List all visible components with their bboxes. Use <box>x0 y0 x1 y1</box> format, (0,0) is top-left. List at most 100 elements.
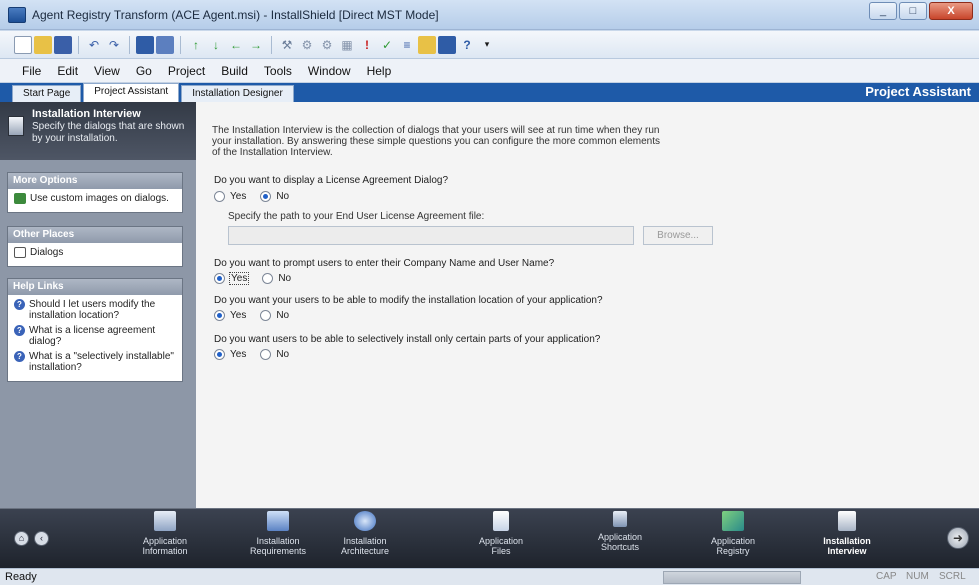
status-bar: Ready CAP NUM SCRL <box>0 568 979 585</box>
nav-application-information[interactable]: Application Information <box>120 511 210 556</box>
menu-edit[interactable]: Edit <box>57 64 78 78</box>
nav-application-files[interactable]: Application Files <box>456 511 546 556</box>
menu-tools[interactable]: Tools <box>264 64 292 78</box>
help-links-panel: Help Links ? Should I let users modify t… <box>7 278 183 382</box>
undo-icon[interactable]: ↶ <box>85 36 103 54</box>
next-arrow-icon[interactable]: ➜ <box>947 527 969 549</box>
nav-label-line2: Architecture <box>340 546 390 556</box>
tab-project-assistant[interactable]: Project Assistant <box>83 83 180 102</box>
custom-images-label: Use custom images on dialogs. <box>30 193 169 204</box>
up-arrow-icon[interactable]: ↑ <box>187 36 205 54</box>
back-nav-icon[interactable]: ‹ <box>34 531 49 546</box>
debug-icon[interactable]: ✓ <box>378 36 396 54</box>
tab-start-page[interactable]: Start Page <box>12 85 82 102</box>
nav-label-line1: Installation <box>823 536 871 546</box>
toolbar-overflow-icon[interactable]: ▾ <box>478 36 496 54</box>
nav-installation-architecture[interactable]: Installation Architecture <box>320 511 410 556</box>
interview-content: The Installation Interview is the collec… <box>196 102 979 508</box>
location-yes-radio[interactable] <box>214 310 225 321</box>
menu-build[interactable]: Build <box>221 64 248 78</box>
menu-view[interactable]: View <box>94 64 120 78</box>
company-yes-radio[interactable] <box>214 273 225 284</box>
company-no-label[interactable]: No <box>278 273 291 284</box>
application-shortcuts-icon <box>613 511 627 527</box>
selective-no-radio[interactable] <box>260 349 272 360</box>
location-no-label[interactable]: No <box>276 310 289 321</box>
maximize-button[interactable]: □ <box>899 2 927 20</box>
license-yes-label[interactable]: Yes <box>230 191 246 202</box>
other-places-title: Other Places <box>8 227 182 243</box>
intro-text: The Installation Interview is the collec… <box>212 125 661 158</box>
build-icon[interactable]: ⚒ <box>278 36 296 54</box>
save-icon[interactable] <box>54 35 72 54</box>
license-no-radio[interactable] <box>260 191 272 202</box>
nav-application-registry[interactable]: Application Registry <box>688 511 778 556</box>
nav-label-line1: Installation <box>256 536 300 546</box>
custom-images-link[interactable]: Use custom images on dialogs. <box>14 193 176 204</box>
nav-label-line1: Installation <box>343 536 387 546</box>
forward-icon[interactable]: → <box>247 36 265 54</box>
toolbar-separator <box>271 35 272 54</box>
settings-icon[interactable]: ≡ <box>398 36 416 54</box>
menu-window[interactable]: Window <box>308 64 351 78</box>
license-no-label[interactable]: No <box>276 191 289 202</box>
close-button[interactable]: X <box>929 2 973 20</box>
view1-icon[interactable] <box>136 35 154 54</box>
num-lock-indicator: NUM <box>906 571 929 582</box>
help-link-modify-location[interactable]: ? Should I let users modify the installa… <box>14 299 176 321</box>
tab-installation-designer[interactable]: Installation Designer <box>181 85 294 102</box>
launch-icon[interactable]: ▦ <box>338 36 356 54</box>
company-yes-label[interactable]: Yes <box>228 272 250 285</box>
view2-icon[interactable] <box>156 35 174 54</box>
window-controls: _ □ X <box>869 2 973 20</box>
dialogs-link[interactable]: Dialogs <box>14 247 176 258</box>
installation-requirements-icon <box>267 511 289 531</box>
menu-file[interactable]: File <box>22 64 41 78</box>
help-icon: ? <box>14 351 25 362</box>
menu-help[interactable]: Help <box>367 64 392 78</box>
nav-application-shortcuts[interactable]: Application Shortcuts <box>575 511 665 552</box>
dialogs-icon <box>14 247 26 258</box>
location-no-radio[interactable] <box>260 310 272 321</box>
help-link-label: What is a license agreement dialog? <box>29 325 156 347</box>
nav-label-line2: Files <box>491 546 511 556</box>
back-icon[interactable]: ← <box>227 36 245 54</box>
help-icon[interactable]: ? <box>458 36 476 54</box>
nav-installation-requirements[interactable]: Installation Requirements <box>233 511 323 556</box>
help-link-selective-install[interactable]: ? What is a "selectively installable" in… <box>14 351 176 373</box>
help-link-license-dialog[interactable]: ? What is a license agreement dialog? <box>14 325 176 347</box>
folder-icon[interactable] <box>418 35 436 54</box>
question-modify-location: Do you want your users to be able to mod… <box>214 295 603 306</box>
window-icon[interactable] <box>438 35 456 54</box>
redo-icon[interactable]: ↷ <box>105 36 123 54</box>
installation-interview-icon <box>838 511 856 531</box>
eula-path-input[interactable] <box>228 226 634 245</box>
new-icon[interactable] <box>14 35 32 54</box>
nav-installation-interview[interactable]: Installation Interview <box>802 511 892 556</box>
selective-yes-label[interactable]: Yes <box>230 349 246 360</box>
help-link-label: What is a "selectively installable" inst… <box>29 351 174 373</box>
sidebar-header: Installation Interview Specify the dialo… <box>0 102 196 160</box>
license-yes-radio[interactable] <box>214 191 225 202</box>
menu-project[interactable]: Project <box>168 64 205 78</box>
down-arrow-icon[interactable]: ↓ <box>207 36 225 54</box>
run-icon[interactable]: ! <box>358 36 376 54</box>
compile-icon[interactable]: ⚙ <box>298 36 316 54</box>
nav-label-line2: Shortcuts <box>600 542 640 552</box>
nav-label-line1: Application <box>142 536 188 546</box>
selective-no-label[interactable]: No <box>276 349 289 360</box>
release-icon[interactable]: ⚙ <box>318 36 336 54</box>
location-yes-label[interactable]: Yes <box>230 310 246 321</box>
toolbar-separator <box>129 35 130 54</box>
menu-go[interactable]: Go <box>136 64 152 78</box>
nav-label-line2: Interview <box>827 546 867 556</box>
open-icon[interactable] <box>34 35 52 54</box>
selective-yes-radio[interactable] <box>214 349 225 360</box>
application-registry-icon <box>722 511 744 531</box>
company-no-radio[interactable] <box>262 273 274 284</box>
browse-button[interactable]: Browse... <box>643 226 713 245</box>
home-icon[interactable]: ⌂ <box>14 531 29 546</box>
minimize-button[interactable]: _ <box>869 2 897 20</box>
company-user-options: Yes No <box>214 272 305 285</box>
nav-label-line2: Information <box>142 546 188 556</box>
